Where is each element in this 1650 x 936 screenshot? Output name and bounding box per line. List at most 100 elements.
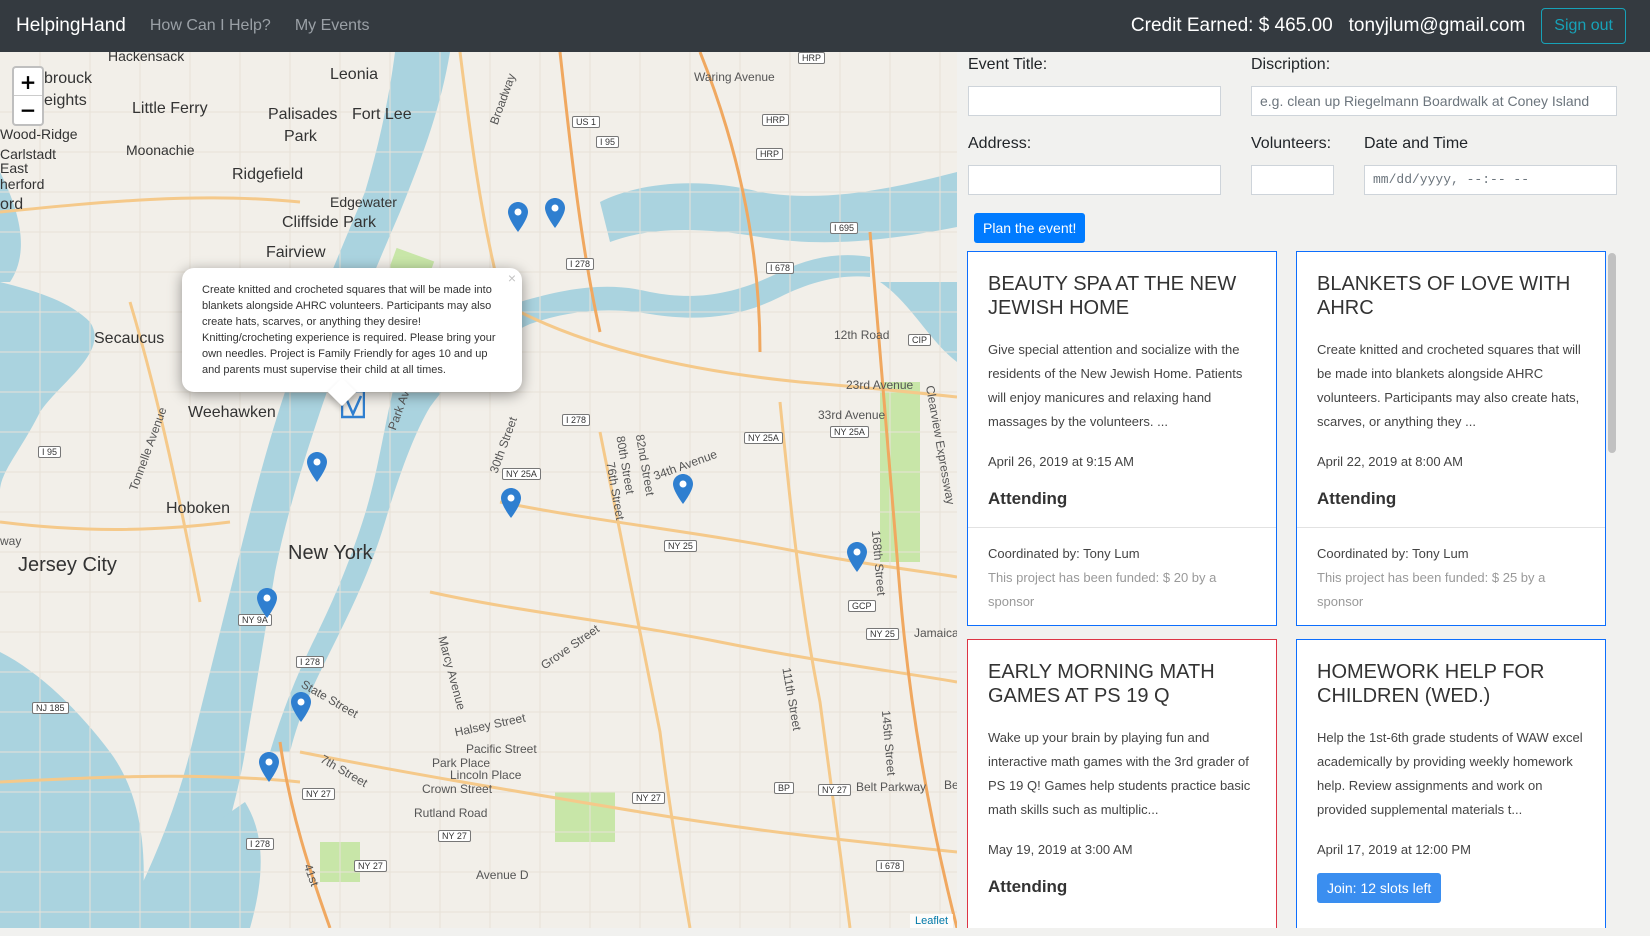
shield-hrp-1: HRP — [798, 52, 826, 64]
map-label-33rd-avenue: 33rd Avenue — [818, 408, 886, 422]
popup-text: Create knitted and crocheted squares tha… — [202, 284, 496, 376]
map-label-cliffside-park: Cliffside Park — [282, 214, 376, 231]
map-label-12th-road: 12th Road — [834, 328, 890, 342]
shield-ny27-1: NY 27 — [302, 788, 335, 800]
shield-ny25a-1: NY 25A — [744, 432, 783, 444]
date-time-label: Date and Time — [1364, 135, 1469, 152]
shield-i278-south: I 278 — [296, 656, 325, 668]
zoom-in-button[interactable]: + — [14, 68, 42, 96]
map[interactable]: Hackensack Leonia brouck eights Little F… — [0, 52, 957, 928]
map-label-herford: herford — [0, 176, 45, 192]
card-description: Help the 1st-6th grade students of WAW e… — [1317, 730, 1583, 817]
card-description: Give special attention and socialize wit… — [988, 342, 1243, 429]
event-card: Early Morning Math Games at PS 19 Q Wake… — [967, 639, 1277, 928]
shield-ny27-3: NY 27 — [818, 784, 851, 796]
card-date: April 26, 2019 at 9:15 AM — [988, 454, 1134, 469]
event-title-input[interactable] — [968, 86, 1221, 116]
shield-i695: I 695 — [830, 222, 859, 234]
map-label-leonia: Leonia — [330, 66, 379, 83]
map-label-rutland-road: Rutland Road — [414, 806, 488, 820]
address-label: Address: — [968, 135, 1032, 152]
description-input[interactable]: e.g. clean up Riegelmann Boardwalk at Co… — [1251, 86, 1617, 116]
brand-link[interactable]: HelpingHand — [16, 15, 126, 37]
map-label-waring-avenue: Waring Avenue — [694, 70, 775, 84]
description-label: Discription: — [1251, 56, 1331, 73]
map-marker-icon[interactable] — [257, 588, 277, 618]
date-time-input[interactable]: mm/dd/yyyy, --:-- -- — [1364, 165, 1617, 195]
map-label-way: way — [0, 534, 22, 548]
map-label-new-york: New York — [288, 542, 373, 564]
user-email: tonyjlum@gmail.com — [1348, 15, 1526, 36]
map-label-avenue-d: Avenue D — [476, 868, 529, 882]
map-marker-icon[interactable] — [501, 488, 521, 518]
volunteers-input[interactable] — [1251, 165, 1334, 195]
shield-i678-north: I 678 — [766, 262, 795, 274]
shield-ny27-2: NY 27 — [632, 792, 665, 804]
popup-close-button[interactable]: × — [508, 270, 516, 286]
shield-i278-bottom: I 278 — [246, 838, 275, 850]
map-label-east: East — [0, 160, 29, 176]
card-date: April 17, 2019 at 12:00 PM — [1317, 842, 1471, 857]
card-title[interactable]: Homework Help for Children (Wed.) — [1317, 660, 1585, 708]
card-footer: Coordinated by: Tony Lum This project ha… — [968, 527, 1276, 625]
shield-ny25a-3: NY 25A — [502, 468, 541, 480]
map-label-fairview: Fairview — [266, 244, 326, 261]
address-input[interactable] — [968, 165, 1221, 195]
shield-nj185: NJ 185 — [32, 702, 69, 714]
map-label-belt-parkway: Belt Parkway — [856, 780, 927, 794]
card-title[interactable]: Beauty Spa at the New Jewish Home — [988, 272, 1256, 320]
map-label-23rd-avenue: 23rd Avenue — [846, 378, 914, 392]
map-marker-icon[interactable] — [847, 542, 867, 572]
map-marker-icon[interactable] — [291, 692, 311, 722]
shield-i278-north: I 278 — [566, 258, 595, 270]
shield-i95-west: I 95 — [38, 446, 62, 458]
card-footer: Coordinated by: Tony Lum This project ha… — [1297, 527, 1605, 625]
map-marker-icon[interactable] — [307, 452, 327, 482]
card-attending-status: Attending — [1317, 489, 1397, 508]
map-label-crown-street: Crown Street — [422, 782, 493, 796]
map-marker-icon[interactable] — [545, 198, 565, 228]
shield-i95-north: I 95 — [596, 136, 620, 148]
map-label-little-ferry: Little Ferry — [132, 100, 208, 117]
shield-hrp-3: HRP — [756, 148, 784, 160]
join-event-button[interactable]: Join: 12 slots left — [1317, 873, 1442, 903]
map-label-edgewater: Edgewater — [330, 194, 397, 210]
plan-event-button[interactable]: Plan the event! — [974, 213, 1086, 243]
map-label-moonachie: Moonachie — [126, 142, 195, 158]
card-funded: This project has been funded: $ 25 by a … — [1317, 570, 1546, 609]
volunteers-label: Volunteers: — [1251, 135, 1332, 152]
card-attending-status: Attending — [988, 877, 1068, 896]
map-label-ord: ord — [0, 196, 24, 213]
card-description: Wake up your brain by playing fun and in… — [988, 730, 1251, 817]
shield-gcp: GCP — [848, 600, 876, 612]
shield-cip: CIP — [908, 334, 932, 346]
shield-i278-mid: I 278 — [562, 414, 591, 426]
shield-i678-south: I 678 — [876, 860, 905, 872]
map-label-hoboken: Hoboken — [166, 500, 231, 517]
shield-bp: BP — [774, 782, 795, 794]
zoom-out-button[interactable]: − — [14, 96, 42, 124]
card-coordinator: Coordinated by: Tony Lum — [1317, 546, 1469, 561]
map-marker-icon[interactable] — [259, 752, 279, 782]
map-marker-icon[interactable] — [508, 202, 528, 232]
card-title[interactable]: Blankets of Love with AHRC — [1317, 272, 1585, 320]
cards-scrollbar[interactable] — [1608, 253, 1616, 453]
nav-how-can-i-help[interactable]: How Can I Help? — [150, 17, 271, 35]
event-card: Blankets of Love with AHRC Create knitte… — [1296, 251, 1606, 626]
map-label-lincoln-place: Lincoln Place — [450, 768, 522, 782]
zoom-control: + − — [12, 66, 44, 126]
credit-earned: Credit Earned: $ 465.00 — [1130, 15, 1333, 36]
shield-ny27-5: NY 27 — [354, 860, 387, 872]
shield-ny25-1: NY 25 — [664, 540, 697, 552]
map-label-be: Be — [944, 778, 957, 792]
card-title[interactable]: Early Morning Math Games at PS 19 Q — [988, 660, 1256, 708]
card-attending-status: Attending — [988, 489, 1068, 508]
sign-out-button[interactable]: Sign out — [1541, 8, 1626, 44]
map-label-pacific-street: Pacific Street — [466, 742, 537, 756]
card-date: May 19, 2019 at 3:00 AM — [988, 842, 1133, 857]
leaflet-attribution-link[interactable]: Leaflet — [909, 914, 953, 928]
nav-my-events[interactable]: My Events — [295, 17, 370, 35]
map-marker-icon[interactable] — [673, 474, 693, 504]
event-card: Homework Help for Children (Wed.) Help t… — [1296, 639, 1606, 928]
map-label-park: Park — [284, 128, 317, 145]
